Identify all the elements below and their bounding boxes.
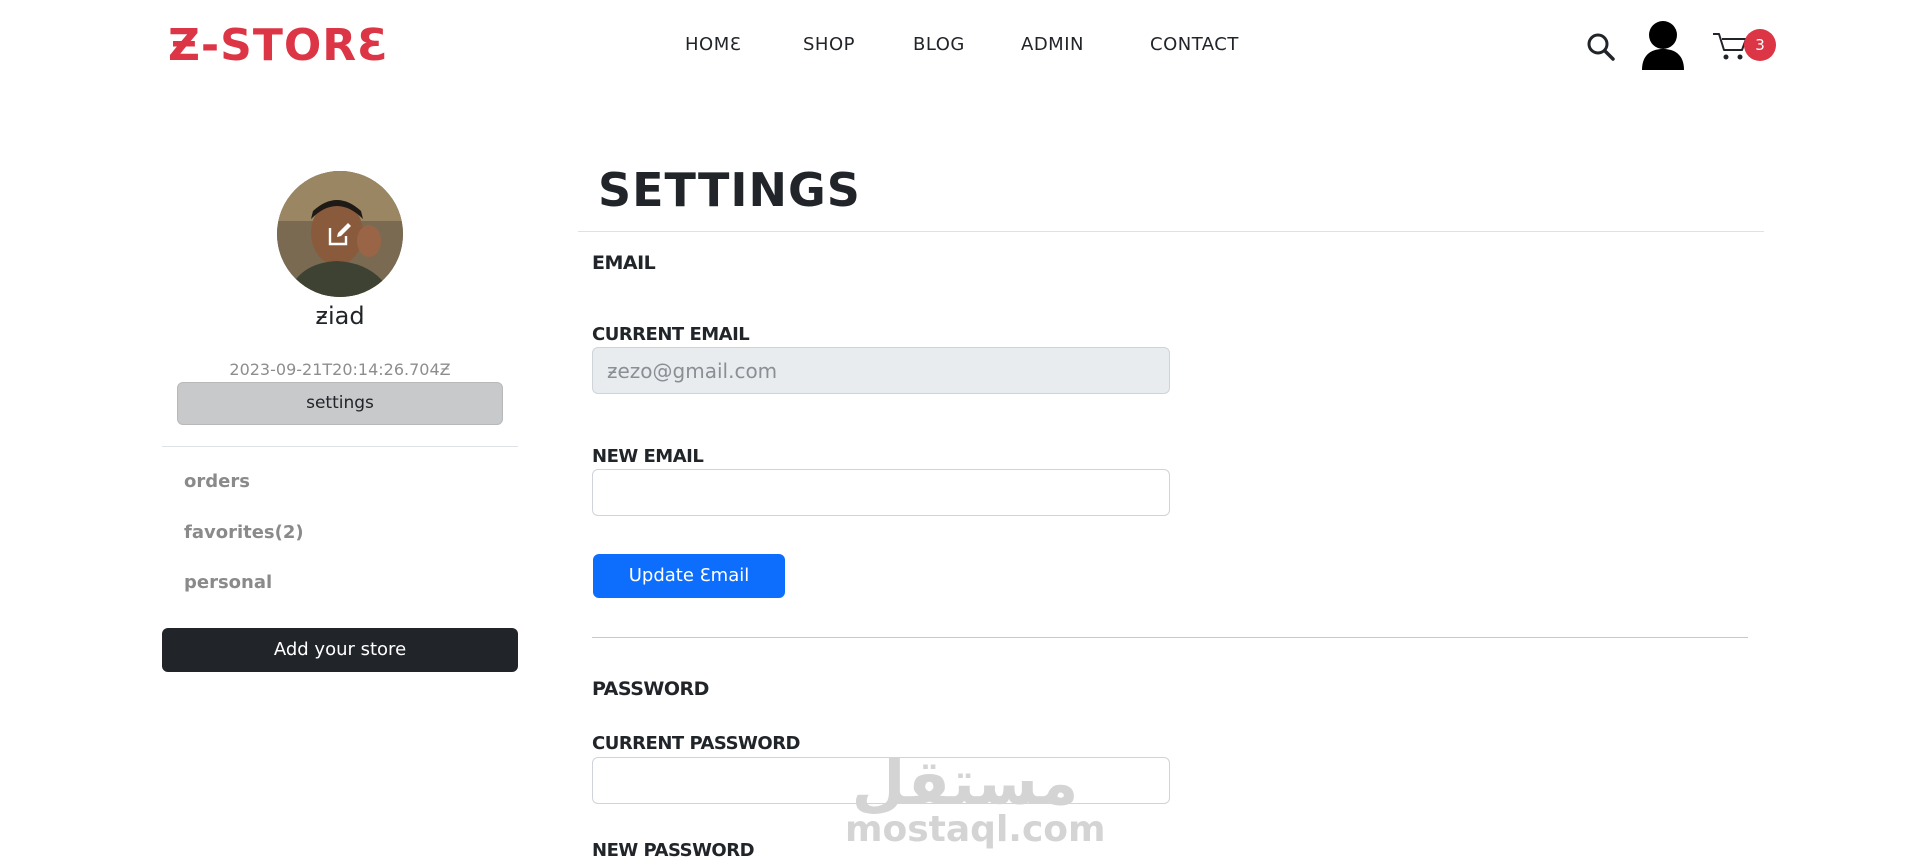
sidebar-item-favorites[interactable]: favorites(2) [184,522,304,543]
top-navbar: Ƶ-STORƐ HOMƐ SHOP BLOG ADMIN CONTACT 3 [0,0,1916,92]
search-icon[interactable] [1586,32,1616,62]
new-email-label: NEW EMAIL [592,446,704,467]
update-email-button[interactable]: Update Ɛmail [593,554,785,598]
title-divider [578,231,1764,232]
nav-blog[interactable]: BLOG [913,34,965,55]
new-email-field[interactable] [592,469,1170,516]
watermark-latin: mostaql.com [845,809,1106,850]
current-email-field[interactable] [592,347,1170,394]
current-email-label: CURRENT EMAIL [592,324,750,345]
section-divider [592,637,1748,638]
brand-logo[interactable]: Ƶ-STORƐ [168,22,389,70]
sidebar-item-personal[interactable]: personal [184,572,272,593]
watermark: مستقل mostaql.com [845,746,1106,850]
current-password-label: CURRENT PASSWORD [592,733,801,754]
settings-button[interactable]: settings [177,382,503,425]
nav-admin[interactable]: ADMIN [1021,34,1084,55]
cart-count-badge: 3 [1744,29,1776,61]
add-store-button[interactable]: Add your store [162,628,518,672]
watermark-arabic: مستقل [851,746,1079,819]
page-title: SETTINGS [598,163,861,217]
sidebar-item-orders[interactable]: orders [184,471,250,492]
new-password-label: NEW PASSWORD [592,840,755,861]
profile-created-date: 2023-09-21T20:14:26.704Ƶ [229,360,451,379]
password-section-heading: PASSWORD [592,678,709,700]
nav-home[interactable]: HOMƐ [685,34,741,55]
nav-shop[interactable]: SHOP [803,34,855,55]
sidebar-divider [162,446,518,447]
user-icon[interactable] [1640,20,1686,72]
edit-avatar-icon[interactable] [327,221,353,247]
email-section-heading: EMAIL [592,252,656,274]
nav-contact[interactable]: CONTACT [1150,34,1239,55]
profile-username: ƶiad [315,302,365,330]
